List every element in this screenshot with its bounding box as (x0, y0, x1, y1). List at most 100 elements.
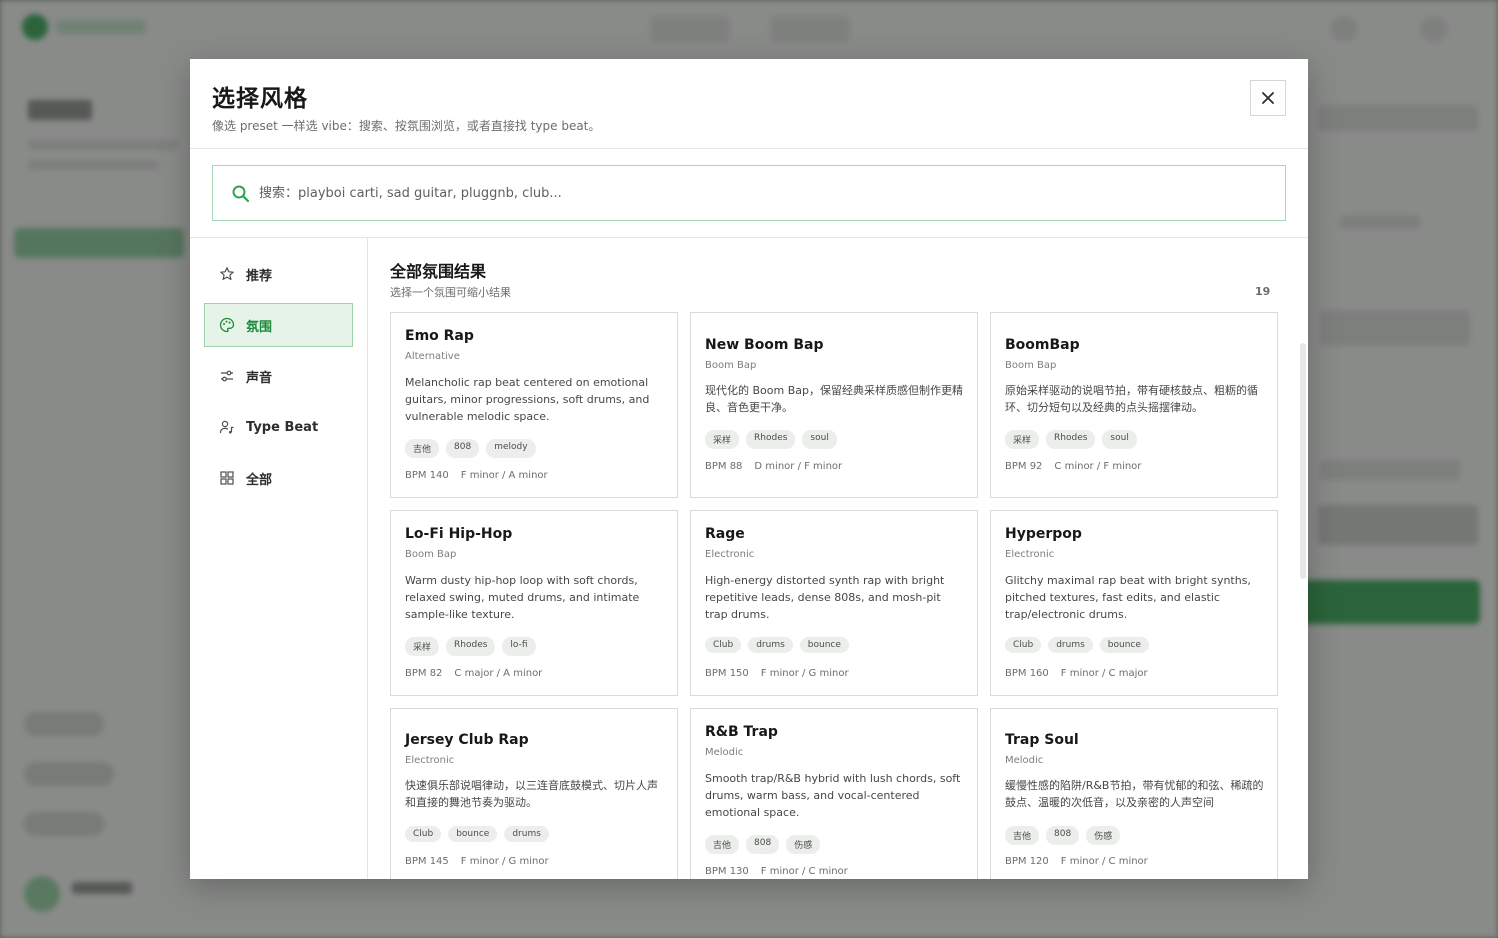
tag: 吉他 (705, 835, 740, 854)
card-meta: BPM 160 F minor / C major (1005, 668, 1148, 679)
style-picker-modal: 选择风格 像选 preset 一样选 vibe：搜索、按氛围浏览，或者直接找 t… (190, 59, 1308, 879)
style-card[interactable]: Jersey Club Rap Electronic 快速俱乐部说唱律动，以三连… (390, 708, 678, 879)
tag: bounce (448, 826, 498, 842)
tag: soul (802, 430, 837, 449)
card-bpm: BPM 120 (1005, 856, 1049, 867)
card-genre: Boom Bap (1005, 360, 1057, 371)
search-input[interactable] (259, 166, 1259, 220)
sliders-icon (219, 368, 235, 384)
card-meta: BPM 92 C minor / F minor (1005, 461, 1141, 472)
sidebar-item-sound[interactable]: 声音 (204, 354, 353, 398)
card-description: 快速俱乐部说唱律动，以三连音底鼓模式、切片人声和直接的舞池节奏为驱动。 (405, 779, 658, 809)
section-title: 全部氛围结果 (390, 262, 487, 281)
style-card[interactable]: Rage Electronic High-energy distorted sy… (690, 510, 978, 696)
card-bpm: BPM 160 (1005, 668, 1049, 679)
card-key: F minor / C major (1060, 668, 1148, 679)
tag: 采样 (405, 637, 440, 656)
card-meta: BPM 82 C major / A minor (405, 668, 542, 679)
card-description: 现代化的 Boom Bap，保留经典采样质感但制作更精良、音色更干净。 (705, 384, 963, 414)
sidebar-item-vibe[interactable]: 氛围 (204, 303, 353, 347)
card-bpm: BPM 140 (405, 470, 449, 481)
card-key: F minor / G minor (760, 668, 849, 679)
palette-icon (219, 317, 235, 333)
card-tags: 采样 Rhodes soul (1005, 430, 1137, 449)
card-title: Rage (705, 526, 745, 542)
style-card[interactable]: Hyperpop Electronic Glitchy maximal rap … (990, 510, 1278, 696)
card-description: 缓慢性感的陷阱/R&B节拍，带有忧郁的和弦、稀疏的鼓点、温暖的次低音，以及亲密的… (1005, 779, 1264, 809)
card-bpm: BPM 92 (1005, 461, 1043, 472)
card-tags: 吉他 808 伤感 (1005, 826, 1121, 845)
card-key: C major / A minor (454, 668, 543, 679)
tag: 吉他 (1005, 826, 1040, 845)
card-bpm: BPM 82 (405, 668, 443, 679)
card-tags: 采样 Rhodes lo-fi (405, 637, 536, 656)
card-key: F minor / G minor (460, 856, 549, 867)
star-icon (219, 266, 235, 282)
card-genre: Electronic (405, 755, 455, 766)
card-tags: 吉他 808 伤感 (705, 835, 821, 854)
tag: 采样 (705, 430, 740, 449)
card-genre: Boom Bap (405, 549, 457, 560)
sidebar-item-all[interactable]: 全部 (204, 456, 353, 500)
card-tags: 吉他 808 melody (405, 439, 536, 458)
card-key: D minor / F minor (754, 461, 843, 472)
card-key: C minor / F minor (1054, 461, 1142, 472)
card-tags: 采样 Rhodes soul (705, 430, 837, 449)
sidebar-item-type-beat[interactable]: Type Beat (204, 405, 353, 449)
tag: drums (504, 826, 549, 842)
tag: drums (1048, 637, 1093, 653)
close-icon (1262, 92, 1274, 104)
tag: Rhodes (1046, 430, 1096, 449)
search-box[interactable] (212, 165, 1286, 221)
grid-icon (219, 470, 235, 486)
tag: Club (1005, 637, 1042, 653)
tag: 伤感 (1086, 826, 1121, 845)
card-title: Trap Soul (1005, 732, 1079, 748)
modal-header: 选择风格 像选 preset 一样选 vibe：搜索、按氛围浏览，或者直接找 t… (190, 59, 1308, 149)
sidebar-item-label: Type Beat (246, 419, 319, 435)
style-card[interactable]: R&B Trap Melodic Smooth trap/R&B hybrid … (690, 708, 978, 879)
card-description: Warm dusty hip-hop loop with soft chords… (405, 574, 640, 621)
style-card[interactable]: Trap Soul Melodic 缓慢性感的陷阱/R&B节拍，带有忧郁的和弦、… (990, 708, 1278, 879)
tag: lo-fi (502, 637, 536, 656)
card-genre: Melodic (1005, 755, 1044, 766)
tag: soul (1102, 430, 1137, 449)
tag: 伤感 (786, 835, 821, 854)
style-card[interactable]: BoomBap Boom Bap 原始采样驱动的说唱节拍，带有硬核鼓点、粗粝的循… (990, 312, 1278, 498)
style-card[interactable]: New Boom Bap Boom Bap 现代化的 Boom Bap，保留经典… (690, 312, 978, 498)
modal-subtitle: 像选 preset 一样选 vibe：搜索、按氛围浏览，或者直接找 type b… (212, 119, 601, 133)
style-card[interactable]: Lo-Fi Hip-Hop Boom Bap Warm dusty hip-ho… (390, 510, 678, 696)
sidebar-item-label: 氛围 (246, 319, 273, 335)
card-meta: BPM 88 D minor / F minor (705, 461, 842, 472)
scrollbar[interactable] (1300, 343, 1306, 579)
card-genre: Electronic (1005, 549, 1055, 560)
card-title: Hyperpop (1005, 526, 1082, 542)
card-key: F minor / A minor (460, 470, 548, 481)
sidebar-item-label: 声音 (246, 370, 273, 386)
card-title: R&B Trap (705, 724, 778, 740)
results-panel: 全部氛围结果 选择一个氛围可缩小结果 19 Emo Rap Alternativ… (368, 238, 1308, 879)
tag: 吉他 (405, 439, 440, 458)
card-bpm: BPM 150 (705, 668, 749, 679)
card-description: Glitchy maximal rap beat with bright syn… (1005, 574, 1251, 621)
card-key: F minor / C minor (760, 866, 848, 877)
card-genre: Electronic (705, 549, 755, 560)
sidebar-item-recommended[interactable]: 推荐 (204, 252, 353, 296)
tag: 808 (1046, 826, 1080, 845)
tag: drums (748, 637, 793, 653)
card-meta: BPM 150 F minor / G minor (705, 668, 849, 679)
card-tags: Club drums bounce (705, 637, 849, 653)
tag: Club (705, 637, 742, 653)
search-icon (232, 185, 250, 203)
tag: Rhodes (746, 430, 796, 449)
tag: Rhodes (446, 637, 496, 656)
style-card[interactable]: Emo Rap Alternative Melancholic rap beat… (390, 312, 678, 498)
card-tags: Club bounce drums (405, 826, 549, 842)
tag: 808 (446, 439, 480, 458)
close-button[interactable] (1250, 80, 1286, 116)
card-description: 原始采样驱动的说唱节拍，带有硬核鼓点、粗粝的循环、切分短句以及经典的点头摇摆律动… (1005, 384, 1258, 414)
card-bpm: BPM 145 (405, 856, 449, 867)
card-description: Smooth trap/R&B hybrid with lush chords,… (705, 772, 961, 819)
card-bpm: BPM 130 (705, 866, 749, 877)
tag: 808 (746, 835, 780, 854)
